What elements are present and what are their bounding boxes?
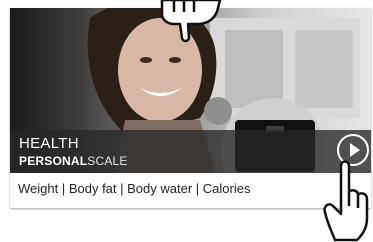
- tap-hand-icon: [160, 0, 222, 43]
- product-name: PERSONALSCALE: [19, 154, 128, 168]
- play-icon: [349, 143, 360, 157]
- tap-hand-icon: [323, 160, 369, 242]
- product-category: HEALTH: [19, 135, 79, 152]
- feature-list: Weight | Body fat | Body water | Calorie…: [18, 181, 251, 196]
- product-name-light: SCALE: [87, 154, 128, 168]
- product-name-bold: PERSONAL: [19, 154, 88, 168]
